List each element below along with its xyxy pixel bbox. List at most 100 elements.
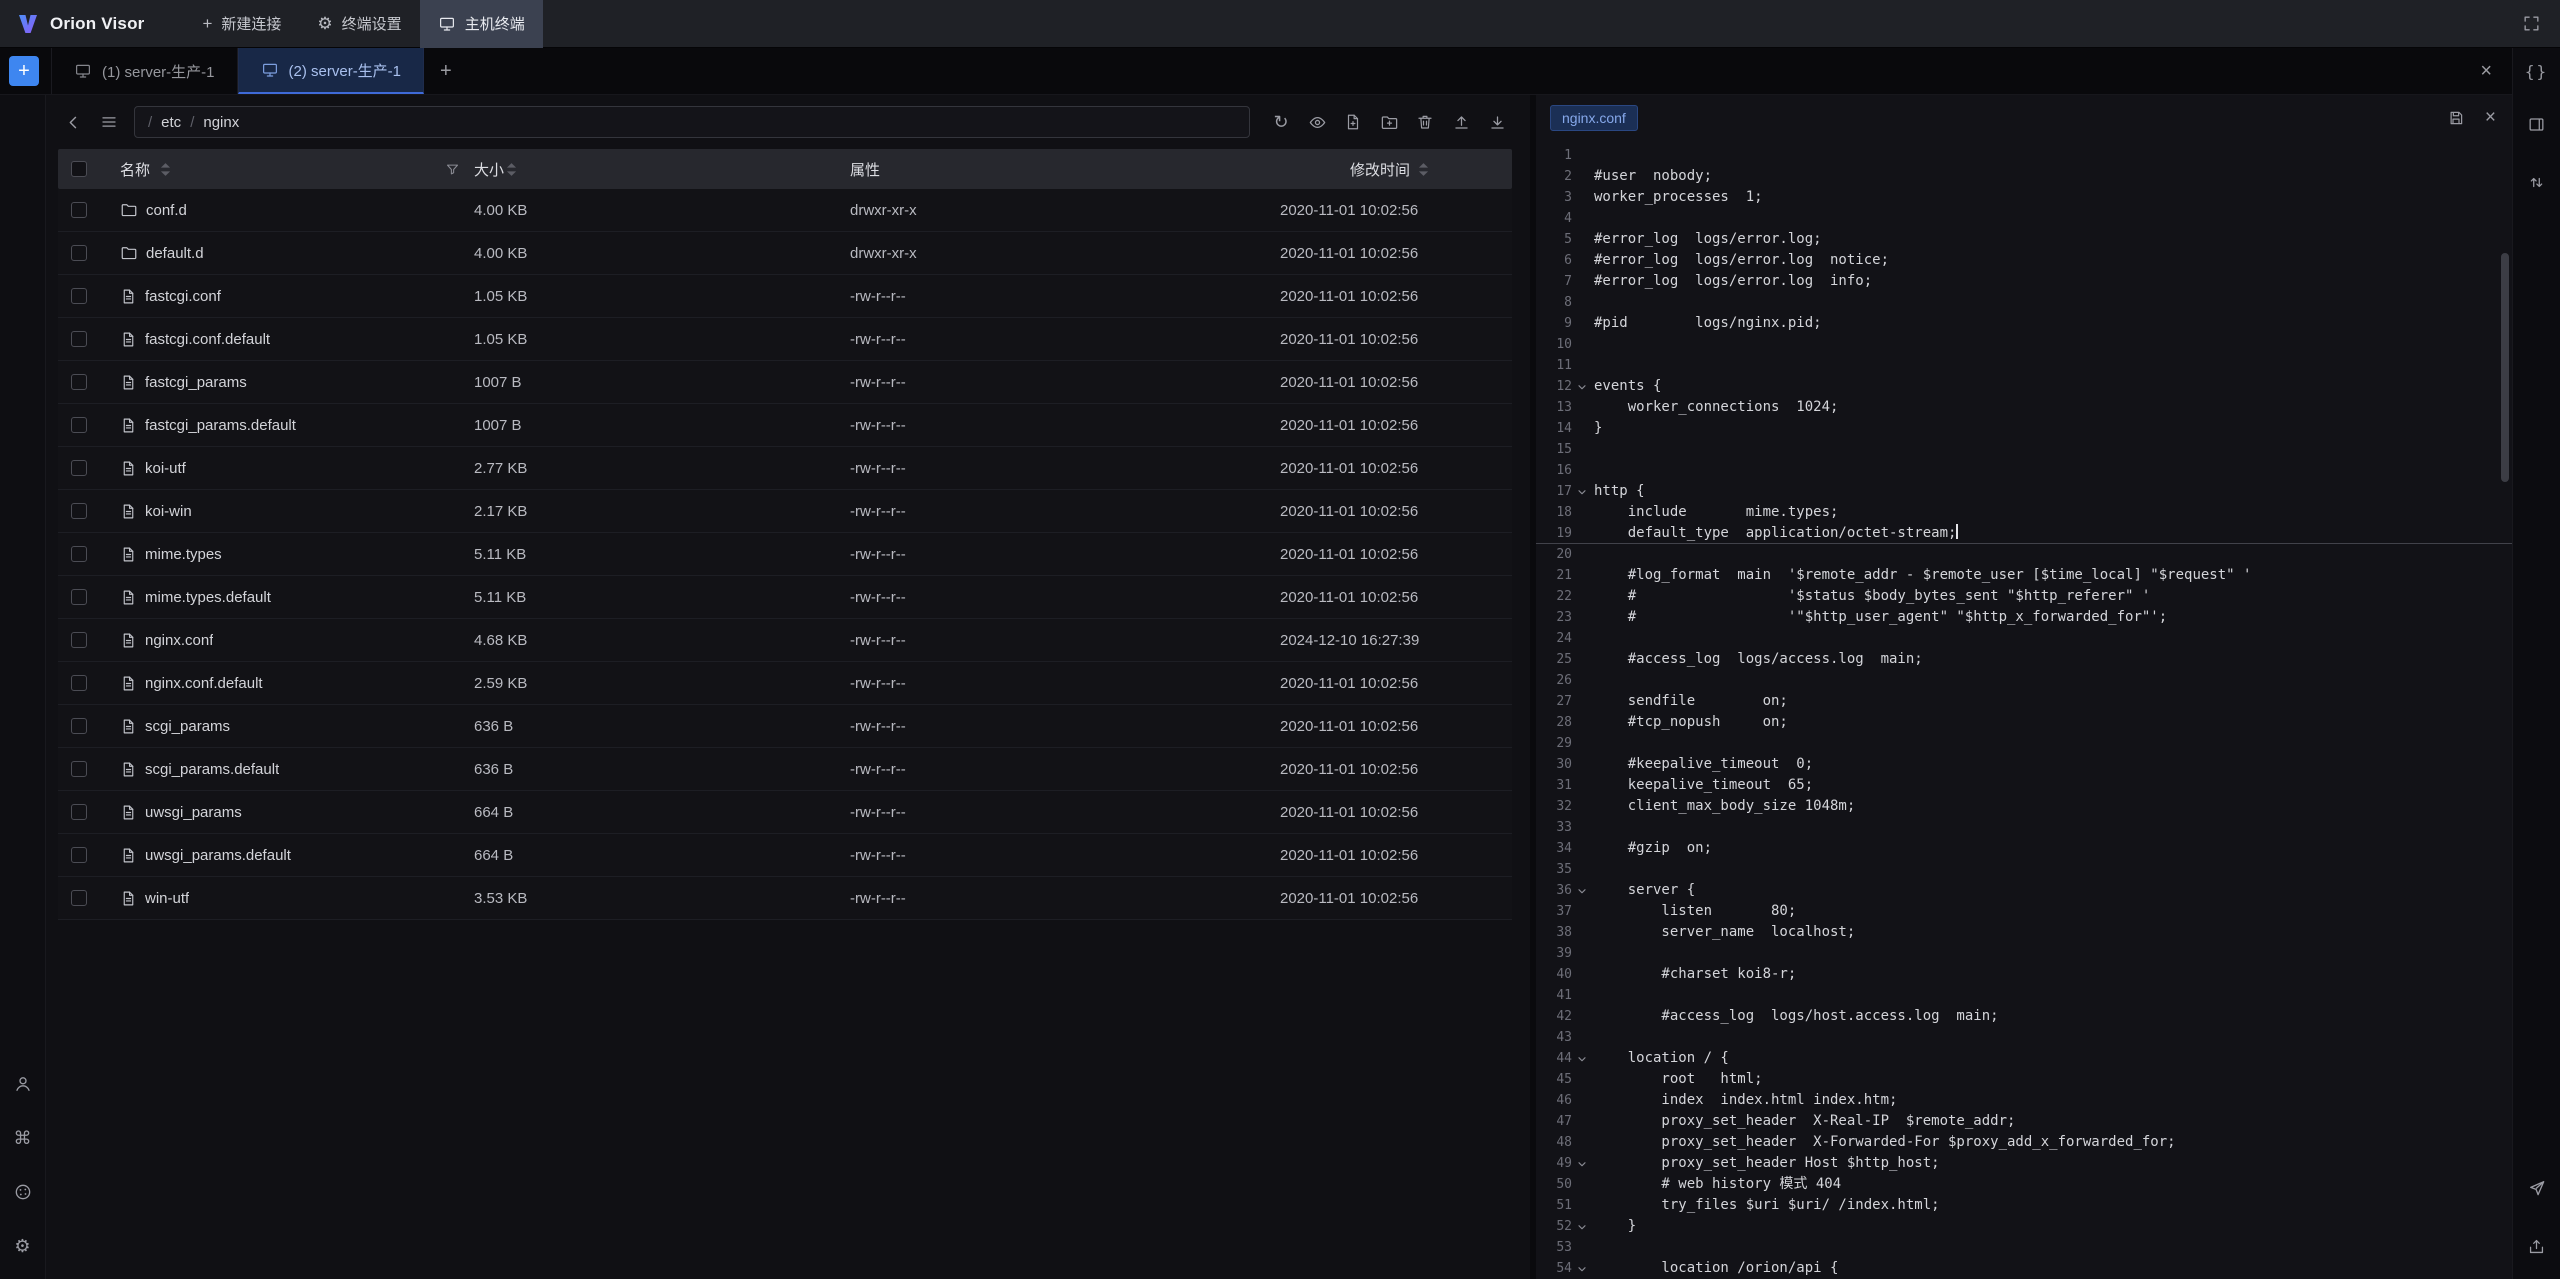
code-line[interactable]: 11 [1536, 355, 2512, 376]
user-button[interactable] [8, 1069, 38, 1099]
column-header-size[interactable]: 大小 [474, 159, 504, 180]
layout-toggle-button[interactable] [2522, 109, 2552, 139]
row-checkbox[interactable] [71, 847, 87, 863]
new-tab-button[interactable]: + [424, 60, 468, 83]
table-row[interactable]: mime.types5.11 KB-rw-r--r--2020-11-01 10… [58, 533, 1512, 576]
code-line[interactable]: 29 [1536, 733, 2512, 754]
row-checkbox[interactable] [71, 417, 87, 433]
path-segment[interactable]: nginx [203, 114, 239, 131]
file-name[interactable]: koi-utf [145, 460, 186, 477]
code-line[interactable]: 43 [1536, 1027, 2512, 1048]
editor-scrollbar-thumb[interactable] [2501, 253, 2509, 482]
row-checkbox[interactable] [71, 288, 87, 304]
code-line[interactable]: 50 # web history 模式 404 [1536, 1174, 2512, 1195]
row-checkbox[interactable] [71, 245, 87, 261]
fold-toggle[interactable] [1572, 1216, 1592, 1237]
toggle-hidden-button[interactable] [1302, 107, 1332, 137]
table-row[interactable]: default.d4.00 KBdrwxr-xr-x2020-11-01 10:… [58, 232, 1512, 275]
new-folder-button[interactable] [1374, 107, 1404, 137]
code-line[interactable]: 7#error_log logs/error.log info; [1536, 271, 2512, 292]
code-line[interactable]: 3worker_processes 1; [1536, 187, 2512, 208]
file-name[interactable]: fastcgi_params [145, 374, 247, 391]
code-line[interactable]: 48 proxy_set_header X-Forwarded-For $pro… [1536, 1132, 2512, 1153]
file-name[interactable]: win-utf [145, 890, 189, 907]
export-button[interactable] [2522, 1231, 2552, 1261]
delete-button[interactable] [1410, 107, 1440, 137]
path-breadcrumb[interactable]: /etc/nginx [134, 106, 1250, 138]
code-line[interactable]: 36 server { [1536, 880, 2512, 901]
row-checkbox[interactable] [71, 331, 87, 347]
code-line[interactable]: 40 #charset koi8-r; [1536, 964, 2512, 985]
path-segment[interactable]: etc [161, 114, 181, 131]
file-name[interactable]: fastcgi.conf [145, 288, 221, 305]
table-row[interactable]: fastcgi_params1007 B-rw-r--r--2020-11-01… [58, 361, 1512, 404]
table-row[interactable]: uwsgi_params.default664 B-rw-r--r--2020-… [58, 834, 1512, 877]
file-name[interactable]: nginx.conf.default [145, 675, 263, 692]
code-line[interactable]: 15 [1536, 439, 2512, 460]
code-line[interactable]: 1 [1536, 145, 2512, 166]
code-line[interactable]: 37 listen 80; [1536, 901, 2512, 922]
code-line[interactable]: 14} [1536, 418, 2512, 439]
table-row[interactable]: scgi_params636 B-rw-r--r--2020-11-01 10:… [58, 705, 1512, 748]
code-line[interactable]: 21 #log_format main '$remote_addr - $rem… [1536, 565, 2512, 586]
file-name[interactable]: default.d [146, 245, 204, 262]
filter-icon[interactable] [445, 162, 460, 177]
table-row[interactable]: koi-utf2.77 KB-rw-r--r--2020-11-01 10:02… [58, 447, 1512, 490]
theme-button[interactable] [8, 1177, 38, 1207]
code-line[interactable]: 25 #access_log logs/access.log main; [1536, 649, 2512, 670]
code-line[interactable]: 12events { [1536, 376, 2512, 397]
code-line[interactable]: 28 #tcp_nopush on; [1536, 712, 2512, 733]
code-line[interactable]: 17http { [1536, 481, 2512, 502]
code-line[interactable]: 46 index index.html index.htm; [1536, 1090, 2512, 1111]
refresh-button[interactable]: ↻ [1266, 107, 1296, 137]
code-editor[interactable]: 12#user nobody;3worker_processes 1;45#er… [1536, 141, 2512, 1279]
code-line[interactable]: 38 server_name localhost; [1536, 922, 2512, 943]
row-checkbox[interactable] [71, 761, 87, 777]
file-name[interactable]: conf.d [146, 202, 187, 219]
add-connection-button[interactable]: + [9, 56, 39, 86]
sort-order-button[interactable] [2522, 167, 2552, 197]
file-name[interactable]: fastcgi.conf.default [145, 331, 270, 348]
table-row[interactable]: win-utf3.53 KB-rw-r--r--2020-11-01 10:02… [58, 877, 1512, 920]
file-name[interactable]: uwsgi_params.default [145, 847, 291, 864]
fold-toggle[interactable] [1572, 1153, 1592, 1174]
new-file-button[interactable] [1338, 107, 1368, 137]
code-line[interactable]: 34 #gzip on; [1536, 838, 2512, 859]
table-row[interactable]: koi-win2.17 KB-rw-r--r--2020-11-01 10:02… [58, 490, 1512, 533]
close-panel-button[interactable]: × [2460, 60, 2512, 83]
code-line[interactable]: 35 [1536, 859, 2512, 880]
navbar-item-host-terminal[interactable]: 主机终端 [420, 0, 543, 48]
shortcut-button[interactable]: ⌘ [8, 1123, 38, 1153]
navbar-item-new-connection[interactable]: +新建连接 [184, 0, 299, 48]
file-name[interactable]: scgi_params.default [145, 761, 279, 778]
code-line[interactable]: 18 include mime.types; [1536, 502, 2512, 523]
code-line[interactable]: 4 [1536, 208, 2512, 229]
code-line[interactable]: 53 [1536, 1237, 2512, 1258]
code-line[interactable]: 27 sendfile on; [1536, 691, 2512, 712]
file-name[interactable]: nginx.conf [145, 632, 213, 649]
terminal-tab-1[interactable]: (1) server-生产-1 [51, 48, 238, 94]
row-checkbox[interactable] [71, 589, 87, 605]
code-line[interactable]: 30 #keepalive_timeout 0; [1536, 754, 2512, 775]
code-line[interactable]: 33 [1536, 817, 2512, 838]
code-line[interactable]: 22 # '$status $body_bytes_sent "$http_re… [1536, 586, 2512, 607]
navbar-item-terminal-settings[interactable]: ⚙终端设置 [299, 0, 419, 48]
row-checkbox[interactable] [71, 718, 87, 734]
row-checkbox[interactable] [71, 202, 87, 218]
column-header-mtime[interactable]: 修改时间 [1350, 159, 1410, 180]
send-command-button[interactable] [2522, 1173, 2552, 1203]
code-line[interactable]: 9#pid logs/nginx.pid; [1536, 313, 2512, 334]
fold-toggle[interactable] [1572, 1048, 1592, 1069]
settings-button[interactable]: ⚙ [8, 1231, 38, 1261]
editor-file-tag[interactable]: nginx.conf [1550, 105, 1638, 131]
row-checkbox[interactable] [71, 460, 87, 476]
fullscreen-button[interactable] [2516, 9, 2546, 39]
table-row[interactable]: scgi_params.default636 B-rw-r--r--2020-1… [58, 748, 1512, 791]
file-name[interactable]: uwsgi_params [145, 804, 242, 821]
code-line[interactable]: 49 proxy_set_header Host $http_host; [1536, 1153, 2512, 1174]
download-button[interactable] [1482, 107, 1512, 137]
terminal-tab-2[interactable]: (2) server-生产-1 [238, 48, 425, 94]
sort-mtime-icon[interactable] [1418, 162, 1429, 177]
fold-toggle[interactable] [1572, 880, 1592, 901]
code-line[interactable]: 39 [1536, 943, 2512, 964]
